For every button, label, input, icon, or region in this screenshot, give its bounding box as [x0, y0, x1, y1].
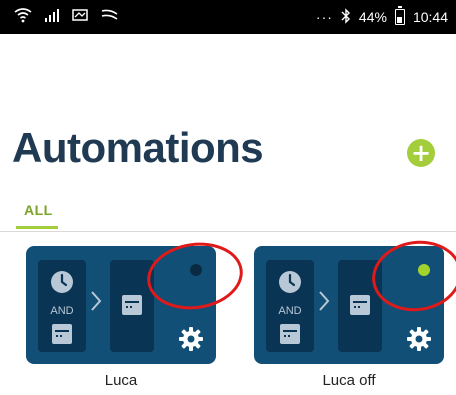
clock-icon: [51, 271, 73, 293]
page-title: Automations: [12, 124, 264, 171]
gear-icon[interactable]: [178, 326, 204, 352]
and-label: AND: [50, 305, 74, 317]
wifi-icon: [14, 7, 32, 28]
status-bar-left: [14, 0, 120, 34]
calendar-icon: [280, 324, 300, 344]
bluetooth-icon: [341, 7, 351, 27]
clock: 10:44: [412, 9, 448, 25]
status-bar: ··· 44% 10:44: [0, 0, 456, 34]
plus-icon: +: [410, 138, 432, 167]
calendar-icon: [350, 295, 370, 315]
calendar-icon: [52, 324, 72, 344]
clock-icon: [279, 271, 301, 293]
tab-all[interactable]: ALL: [24, 202, 53, 218]
signal-icon: [44, 8, 60, 27]
automation-name: Luca: [104, 372, 138, 389]
calendar-icon: [122, 295, 142, 315]
automation-name: Luca off: [322, 372, 376, 389]
trigger-column: AND: [38, 260, 86, 352]
tab-indicator: [16, 226, 58, 229]
add-automation-button[interactable]: +: [407, 139, 435, 167]
message-icon: [72, 8, 88, 27]
notification-dots: ···: [315, 9, 333, 25]
gear-icon[interactable]: [406, 326, 432, 352]
battery-icon: [394, 6, 405, 25]
tab-divider: [0, 231, 456, 232]
and-label: AND: [278, 305, 302, 317]
status-bar-right: ··· 44% 10:44: [316, 0, 448, 34]
chevron-right-icon: [319, 291, 330, 311]
chevron-right-icon: [91, 291, 102, 311]
data-icon: [100, 8, 120, 27]
battery-percent: 44%: [358, 9, 387, 25]
trigger-column: AND: [266, 260, 314, 352]
app-screen: ··· 44% 10:44 Automations + ALL AND Luca…: [0, 0, 456, 395]
